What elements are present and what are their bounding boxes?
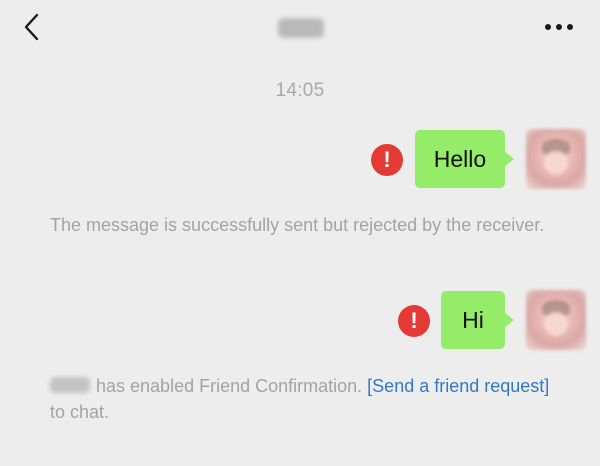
more-dots-icon — [545, 24, 573, 30]
message-bubble[interactable]: Hello — [415, 130, 514, 188]
send-failed-alert[interactable]: ! — [398, 305, 430, 337]
system-notice-rejected: The message is successfully sent but rej… — [50, 215, 545, 235]
notice-text: has enabled Friend Confirmation. — [96, 376, 363, 396]
message-text: Hello — [433, 145, 487, 172]
avatar[interactable] — [526, 129, 586, 189]
message-timestamp: 14:05 — [275, 80, 325, 101]
more-options-button[interactable] — [540, 14, 578, 40]
system-notice-friend-confirmation: has enabled Friend Confirmation. [Send a… — [50, 373, 560, 425]
chat-title-redacted — [278, 18, 324, 38]
message-text: Hi — [462, 306, 484, 333]
back-button[interactable] — [18, 12, 48, 42]
contact-name-redacted — [50, 377, 90, 393]
send-failed-alert[interactable]: ! — [371, 144, 403, 176]
send-friend-request-link[interactable]: [Send a friend request] — [367, 376, 549, 396]
avatar[interactable] — [526, 290, 586, 350]
error-exclamation-icon: ! — [383, 147, 391, 172]
error-exclamation-icon: ! — [410, 308, 418, 333]
message-bubble[interactable]: Hi — [441, 291, 514, 349]
chevron-left-icon — [24, 13, 39, 41]
chat-header — [0, 0, 600, 60]
notice-text-tail: to chat. — [50, 402, 110, 422]
